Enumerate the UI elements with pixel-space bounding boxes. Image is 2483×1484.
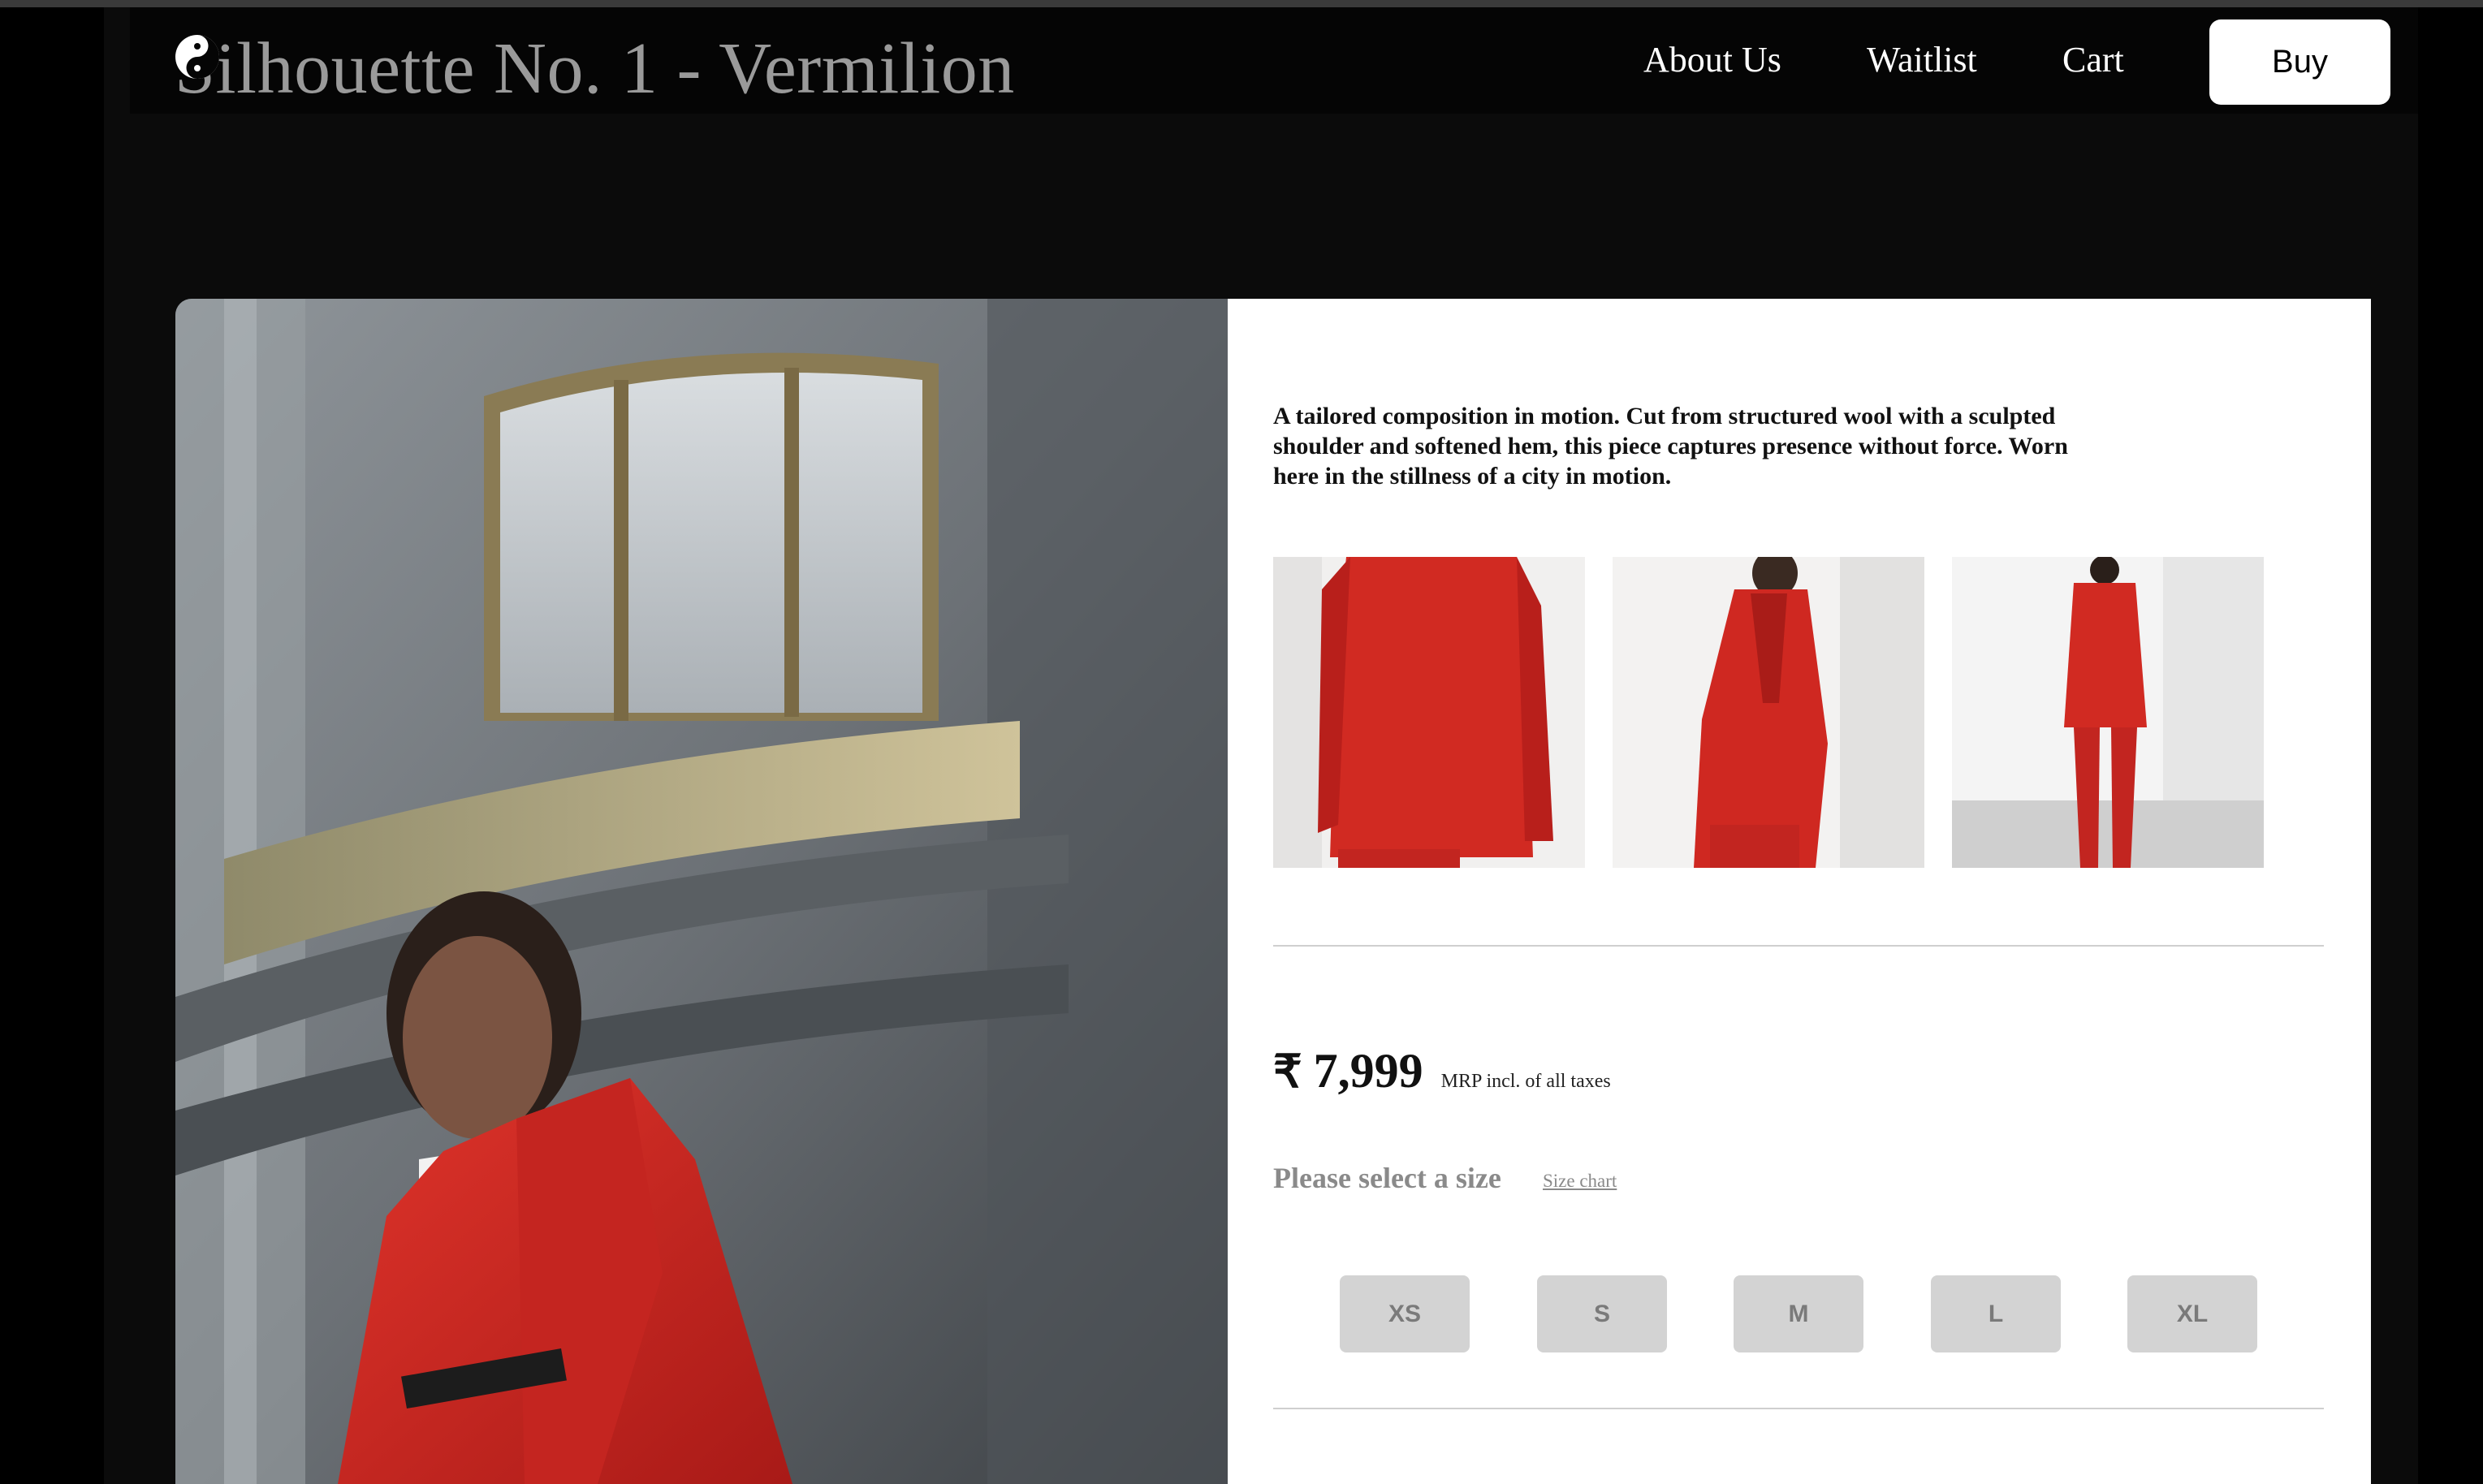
size-button-l[interactable]: L (1931, 1275, 2061, 1352)
product-thumbnail-side[interactable] (1613, 557, 1924, 868)
browser-top-strip (0, 0, 2483, 7)
size-button-xs[interactable]: XS (1340, 1275, 1470, 1352)
currency-symbol: ₹ (1273, 1047, 1302, 1098)
nav-about-us[interactable]: About Us (1643, 36, 1781, 84)
size-button-s[interactable]: S (1537, 1275, 1667, 1352)
size-chart-link[interactable]: Size chart (1543, 1171, 1617, 1192)
size-button-m[interactable]: M (1734, 1275, 1863, 1352)
divider-bottom (1273, 1408, 2324, 1409)
price-row: ₹ 7,999 MRP incl. of all taxes (1273, 1043, 1611, 1099)
product-thumbnail-full[interactable] (1952, 557, 2264, 868)
hero-product-photo (175, 299, 1228, 1484)
site-title[interactable]: Silhouette No. 1 - Vermilion (175, 24, 1015, 114)
size-prompt: Please select a size (1273, 1162, 1501, 1194)
product-description: A tailored composition in motion. Cut fr… (1273, 403, 2068, 490)
buy-button[interactable]: Buy (2209, 19, 2390, 105)
nav-waitlist[interactable]: Waitlist (1867, 36, 1977, 84)
size-button-xl[interactable]: XL (2127, 1275, 2257, 1352)
brand-logo-icon (175, 35, 219, 79)
product-thumbnail-back[interactable] (1273, 557, 1585, 868)
price-value: 7,999 (1313, 1044, 1423, 1098)
divider-top (1273, 945, 2324, 947)
price-note: MRP incl. of all taxes (1440, 1071, 1611, 1092)
nav-cart[interactable]: Cart (2062, 36, 2124, 84)
